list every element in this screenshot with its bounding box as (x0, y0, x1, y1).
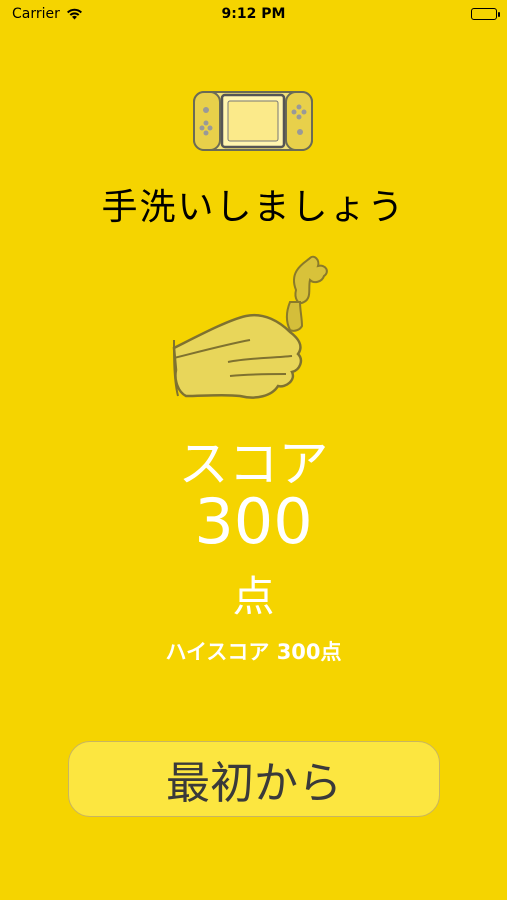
restart-button[interactable]: 最初から (68, 741, 440, 817)
score-value: 300 (194, 485, 313, 558)
status-bar: Carrier 9:12 PM (0, 0, 507, 28)
high-score-label: ハイスコア 300点 (165, 640, 342, 664)
score-unit: 点 (232, 572, 275, 621)
hand-washing-icon (172, 255, 328, 399)
status-time: 9:12 PM (221, 6, 286, 22)
game-console-icon (193, 91, 313, 151)
page-title: 手洗いしましょう (101, 187, 406, 228)
battery-icon (471, 8, 500, 20)
